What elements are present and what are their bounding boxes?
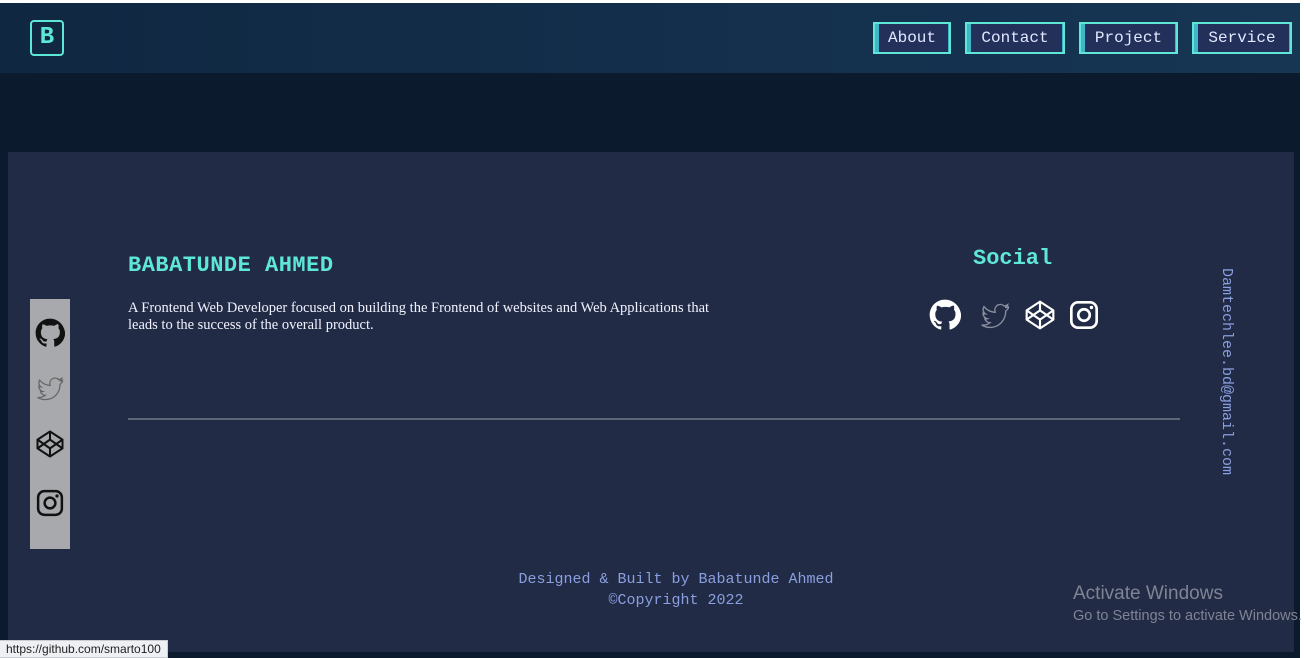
nav-service-button[interactable]: Service: [1192, 22, 1292, 54]
developer-name: BABATUNDE AHMED: [128, 253, 334, 278]
navbar: B About Contact Project Service: [0, 3, 1300, 73]
window-right-edge: [1300, 3, 1304, 658]
instagram-icon[interactable]: [35, 488, 65, 518]
status-bar-url: https://github.com/smarto100: [0, 640, 168, 658]
divider: [128, 418, 1180, 420]
codepen-icon[interactable]: [35, 429, 65, 459]
email-link[interactable]: Damtechlee.bd@gmail.com: [1218, 268, 1235, 475]
twitter-icon[interactable]: [35, 373, 65, 403]
side-social-bar: [30, 299, 70, 549]
logo[interactable]: B: [30, 20, 64, 56]
codepen-icon[interactable]: [1024, 299, 1056, 331]
activate-windows-title: Activate Windows: [1073, 583, 1223, 604]
activate-windows-subtitle: Go to Settings to activate Windows.: [1073, 608, 1302, 624]
developer-description: A Frontend Web Developer focused on buil…: [128, 300, 710, 333]
social-heading: Social: [973, 246, 1053, 271]
github-icon[interactable]: [35, 318, 66, 348]
instagram-icon[interactable]: [1068, 299, 1100, 331]
twitter-icon[interactable]: [979, 299, 1011, 331]
github-icon[interactable]: [929, 299, 962, 331]
nav-contact-button[interactable]: Contact: [965, 22, 1065, 54]
nav-about-button[interactable]: About: [873, 22, 951, 54]
nav-project-button[interactable]: Project: [1079, 22, 1178, 54]
